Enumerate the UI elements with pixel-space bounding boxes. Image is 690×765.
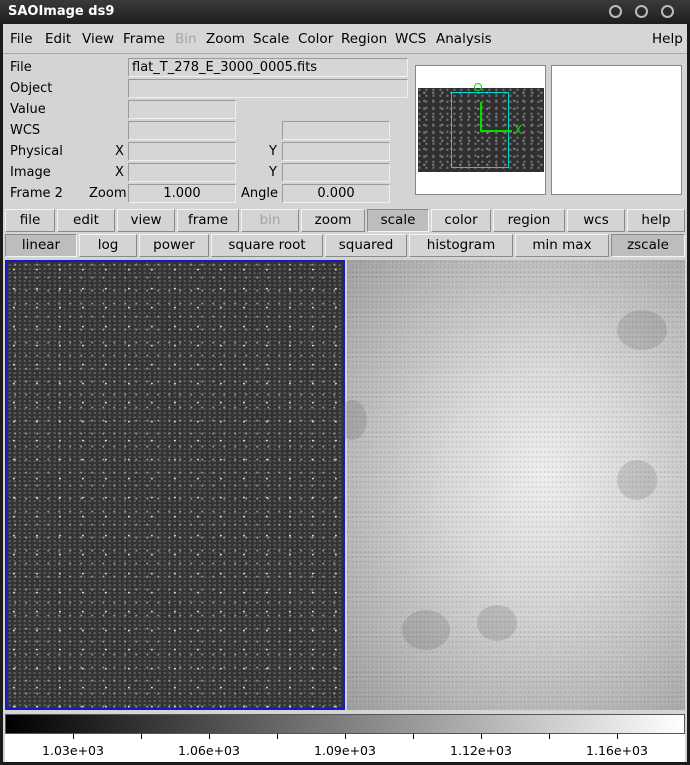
button-file[interactable]: file [5,209,55,232]
scale-button-bar: linear log power square root squared his… [3,233,687,258]
value-label: Value [10,102,46,117]
colorbar-tick [345,734,346,739]
scale-histogram-button[interactable]: histogram [409,234,513,257]
scale-squared-button[interactable]: squared [325,234,407,257]
menu-zoom[interactable]: Zoom [206,31,245,47]
minimize-icon[interactable] [609,5,622,18]
panner[interactable]: X [415,65,546,195]
zoom-label: Zoom [89,186,127,201]
title-bar: SAOImage ds9 [0,0,690,24]
image-frame-1[interactable] [5,260,345,710]
scale-square-root-button[interactable]: square root [211,234,323,257]
menu-edit[interactable]: Edit [45,31,71,47]
colorbar[interactable] [5,714,685,734]
dust-spot [617,460,657,500]
frame-label: Frame 2 [10,186,63,201]
menu-bin[interactable]: Bin [175,31,197,47]
button-zoom[interactable]: zoom [301,209,365,232]
magnifier [551,65,682,195]
dust-spot [477,605,517,641]
compass-x-arrow [480,130,512,132]
maximize-icon[interactable] [635,5,648,18]
colorbar-tick [73,734,74,739]
button-frame[interactable]: frame [177,209,239,232]
compass-y-arrow [480,102,482,132]
physical-y-label: Y [269,144,277,159]
object-field [128,79,408,98]
angle-label: Angle [241,186,278,201]
menu-analysis[interactable]: Analysis [436,31,492,47]
image-label: Image [10,165,51,180]
colorbar-tick-label: 1.12e+03 [450,743,512,758]
button-help[interactable]: help [627,209,685,232]
zoom-field: 1.000 [128,184,236,203]
colorbar-tick [617,734,618,739]
colorbar-tick [209,734,210,739]
menu-wcs[interactable]: WCS [395,31,426,47]
image-y-field [282,163,390,182]
scale-linear-button[interactable]: linear [5,234,77,257]
wcs-label: WCS [10,123,41,138]
menu-view[interactable]: View [82,31,114,47]
button-wcs[interactable]: wcs [567,209,625,232]
menu-file[interactable]: File [10,31,33,47]
menu-help[interactable]: Help [652,31,683,47]
menubar: File Edit View Frame Bin Zoom Scale Colo… [3,24,687,54]
wcs-field-2 [282,121,390,140]
window-title: SAOImage ds9 [8,4,115,19]
button-region[interactable]: region [493,209,565,232]
colorbar-tick [141,734,142,739]
value-field [128,100,236,119]
image-y-label: Y [269,165,277,180]
physical-label: Physical [10,144,63,159]
object-label: Object [10,81,53,96]
compass-x-label: X [514,123,523,137]
menu-region[interactable]: Region [341,31,387,47]
angle-field: 0.000 [282,184,390,203]
menu-frame[interactable]: Frame [123,31,165,47]
colorbar-tick [549,734,550,739]
colorbar-tick [277,734,278,739]
button-bar: file edit view frame bin zoom scale colo… [3,208,687,233]
physical-x-label: X [115,144,124,159]
scale-log-button[interactable]: log [79,234,137,257]
colorbar-axis: 1.03e+03 1.06e+03 1.09e+03 1.12e+03 1.16… [5,734,685,762]
file-field: flat_T_278_E_3000_0005.fits [128,58,408,77]
button-bin[interactable]: bin [241,209,299,232]
file-label: File [10,60,32,75]
colorbar-tick-label: 1.03e+03 [42,743,104,758]
colorbar-tick [481,734,482,739]
image-frame-2[interactable] [337,260,685,710]
ds9-main-window: File Edit View Frame Bin Zoom Scale Colo… [3,24,687,762]
info-panel: File flat_T_278_E_3000_0005.fits Object … [3,55,687,205]
menu-scale[interactable]: Scale [253,31,289,47]
scale-zscale-button[interactable]: zscale [611,234,685,257]
button-color[interactable]: color [431,209,491,232]
colorbar-tick-label: 1.06e+03 [178,743,240,758]
colorbar-tick-label: 1.09e+03 [314,743,376,758]
scale-minmax-button[interactable]: min max [515,234,609,257]
menu-color[interactable]: Color [298,31,333,47]
scale-power-button[interactable]: power [139,234,209,257]
dust-spot [617,310,667,350]
colorbar-tick [413,734,414,739]
physical-x-field [128,142,236,161]
image-x-field [128,163,236,182]
image-x-label: X [115,165,124,180]
button-edit[interactable]: edit [57,209,115,232]
close-icon[interactable] [661,5,674,18]
compass-y-marker-icon [474,83,482,91]
physical-y-field [282,142,390,161]
dust-spot [337,400,367,440]
wcs-field-1 [128,121,236,140]
button-scale[interactable]: scale [367,209,429,232]
dust-spot [402,610,450,650]
button-view[interactable]: view [117,209,175,232]
colorbar-tick-label: 1.16e+03 [586,743,648,758]
